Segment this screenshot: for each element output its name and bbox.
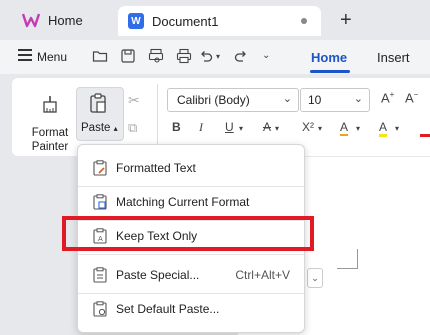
chevron-down-icon: ⌄ (282, 93, 292, 105)
hamburger-icon[interactable] (18, 49, 32, 61)
undo-dropdown-icon[interactable]: ▾ (216, 52, 220, 61)
menu-item-paste-special[interactable]: Paste Special... Ctrl+Alt+V (78, 260, 304, 290)
folder-icon[interactable] (92, 48, 108, 64)
active-tab-underline (310, 70, 350, 73)
menu-item-shortcut: Ctrl+Alt+V (235, 268, 290, 282)
menu-item-label: Paste Special... (116, 268, 200, 282)
highlight-color-button[interactable]: A (379, 120, 388, 137)
font-family-value: Calibri (Body) (177, 93, 250, 107)
annotation-highlight-box (62, 216, 314, 251)
cut-icon[interactable]: ✂ (128, 92, 140, 109)
underline-button[interactable]: U (225, 120, 234, 134)
paste-match-format-icon (93, 194, 107, 210)
tab-home-label: Home (48, 12, 83, 28)
format-painter-label-1: Format (31, 127, 69, 139)
menu-item-label: Formatted Text (116, 161, 196, 175)
menu-item-set-default-paste[interactable]: Set Default Paste... (78, 294, 304, 324)
paste-settings-icon (93, 301, 107, 317)
new-tab-button[interactable]: + (340, 9, 352, 32)
font-color-button[interactable] (420, 118, 430, 137)
bold-button[interactable]: B (172, 120, 181, 134)
writer-doc-icon: W (128, 13, 144, 29)
wps-logo-icon (22, 13, 40, 28)
undo-icon[interactable] (198, 48, 214, 64)
chevron-up-icon: ▴ (113, 124, 118, 133)
menu-item-label: Matching Current Format (116, 195, 250, 209)
print-preview-icon[interactable] (148, 48, 164, 64)
effect-dropdown-icon[interactable]: ▾ (356, 124, 360, 133)
save-icon[interactable] (120, 48, 136, 64)
font-family-select[interactable]: Calibri (Body) ⌄ (167, 88, 299, 112)
menu-item-label: Set Default Paste... (116, 302, 220, 316)
tab-ribbon-insert[interactable]: Insert (377, 50, 410, 65)
menu-item-matching-format[interactable]: Matching Current Format (78, 187, 304, 217)
font-size-select[interactable]: 10 ⌄ (300, 88, 370, 112)
more-chevron-icon[interactable]: ⌄ (262, 50, 270, 61)
format-painter-label-2: Painter (31, 141, 69, 153)
paste-label[interactable]: Paste ▴ (81, 122, 118, 134)
menu-item-formatted-text[interactable]: Formatted Text (78, 153, 304, 183)
redo-icon[interactable] (233, 48, 249, 64)
tab-ribbon-home[interactable]: Home (311, 50, 347, 65)
paste-clipboard-icon (90, 93, 106, 113)
paste-formatted-icon (93, 160, 107, 176)
print-icon[interactable] (176, 48, 192, 64)
paste-label-text: Paste (81, 122, 111, 134)
paste-options-chevron-icon[interactable]: ⌄ (307, 268, 323, 288)
margin-corner-mark (357, 249, 358, 269)
menu-divider (78, 254, 304, 255)
tab-document[interactable]: W Document1 (118, 6, 321, 36)
format-painter-icon (43, 96, 57, 113)
menu-button[interactable]: Menu (37, 50, 67, 64)
superscript-dropdown-icon[interactable]: ▾ (318, 124, 322, 133)
decrease-font-icon[interactable]: A− (405, 90, 418, 105)
tab-home[interactable]: Home (22, 6, 83, 34)
chevron-down-icon: ⌄ (353, 93, 363, 105)
underline-dropdown-icon[interactable]: ▾ (239, 124, 243, 133)
margin-corner-mark (337, 268, 358, 269)
strike-dropdown-icon[interactable]: ▾ (275, 124, 279, 133)
italic-button[interactable]: I (199, 120, 203, 135)
increase-font-icon[interactable]: A+ (381, 90, 394, 105)
text-effect-button[interactable]: A (340, 120, 349, 136)
tab-document-label: Document1 (152, 13, 219, 29)
highlight-dropdown-icon[interactable]: ▾ (395, 124, 399, 133)
ribbon-separator (157, 84, 158, 148)
unsaved-dot-icon[interactable] (301, 18, 307, 24)
copy-icon[interactable]: ⧉ (128, 120, 137, 136)
font-size-value: 10 (308, 93, 322, 107)
superscript-button[interactable]: X² (302, 120, 314, 134)
strikethrough-button[interactable]: A (263, 120, 271, 134)
format-painter-button[interactable]: Format Painter (28, 126, 72, 154)
paste-special-icon (93, 267, 107, 283)
